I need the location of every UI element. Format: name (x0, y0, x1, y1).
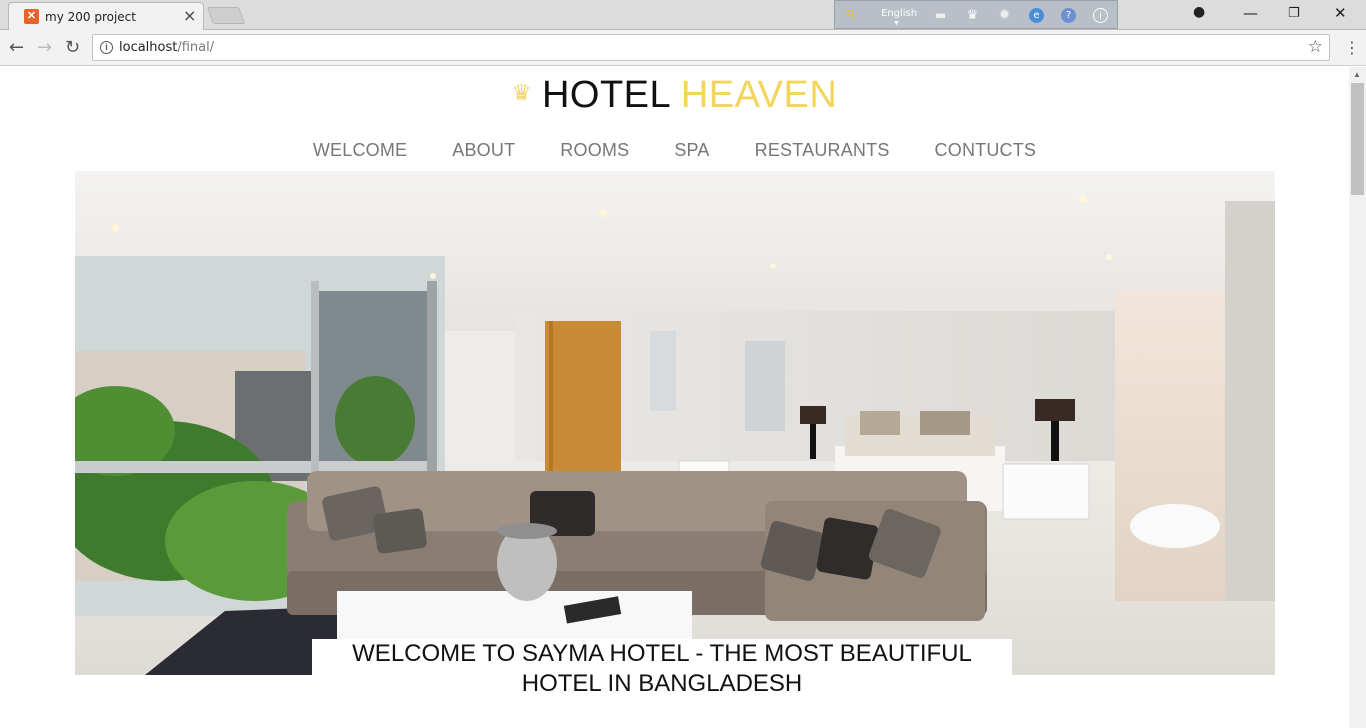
xampp-favicon-icon: ✕ (24, 9, 39, 24)
new-tab-button[interactable] (206, 7, 246, 24)
browser-tab[interactable]: ✕ my 200 project × (8, 2, 204, 30)
page-viewport: ♛ HOTEL HEAVEN WELCOME ABOUT ROOMS SPA RE… (0, 67, 1349, 728)
hero-image (75, 171, 1275, 675)
bookmark-star-icon[interactable]: ☆ (1308, 37, 1323, 57)
tab-close-icon[interactable]: × (183, 6, 196, 25)
url-path: /final/ (177, 40, 215, 55)
brand-word-1: HOTEL (541, 74, 670, 116)
extension-toolbar: ᑫ English ▼ ▬ ♛ ✹ e ? i (834, 0, 1118, 29)
nav-item-welcome[interactable]: WELCOME (313, 140, 407, 161)
chevron-down-icon: ▼ (893, 20, 900, 27)
main-navigation: WELCOME ABOUT ROOMS SPA RESTAURANTS CONT… (0, 140, 1349, 161)
hotel-room-photo (75, 171, 1275, 675)
url-text[interactable]: localhost/final/ (119, 40, 214, 55)
close-window-button[interactable]: ✕ (1334, 4, 1347, 22)
crown-icon: ♛ (511, 79, 532, 105)
profile-icon[interactable]: ● (1193, 4, 1205, 20)
nav-item-contucts[interactable]: CONTUCTS (935, 140, 1037, 161)
nav-item-spa[interactable]: SPA (674, 140, 709, 161)
url-host: localhost (119, 40, 178, 55)
language-selector[interactable]: English (881, 8, 917, 19)
gear-icon[interactable]: ✹ (997, 8, 1012, 23)
browser-menu-icon[interactable]: ⋮ (1344, 38, 1360, 57)
back-button[interactable]: ← (9, 37, 24, 58)
restore-window-button[interactable]: ❐ (1288, 6, 1300, 21)
browser-tab-strip: ✕ my 200 project × ᑫ English ▼ ▬ ♛ ✹ e ?… (0, 0, 1366, 30)
site-info-icon[interactable]: i (100, 41, 113, 54)
forward-button[interactable]: → (37, 37, 52, 58)
nav-item-about[interactable]: ABOUT (452, 140, 515, 161)
extension-logo-icon[interactable]: ᑫ (843, 8, 858, 23)
tab-title: my 200 project (45, 10, 136, 24)
brand-word-2: HEAVEN (680, 74, 838, 116)
info-icon[interactable]: i (1093, 8, 1108, 23)
trophy-icon[interactable]: ♛ (965, 8, 980, 23)
address-bar[interactable]: i localhost/final/ ☆ (92, 34, 1330, 61)
hero-caption: WELCOME TO SAYMA HOTEL - THE MOST BEAUTI… (312, 639, 1012, 699)
page-scrollbar[interactable]: ▲ (1349, 67, 1366, 728)
internet-explorer-icon[interactable]: e (1029, 8, 1044, 23)
reload-button[interactable]: ↻ (65, 37, 80, 58)
help-icon[interactable]: ? (1061, 8, 1076, 23)
scrollbar-thumb[interactable] (1351, 83, 1364, 195)
nav-item-rooms[interactable]: ROOMS (560, 140, 629, 161)
scroll-up-icon[interactable]: ▲ (1353, 70, 1361, 79)
site-logo[interactable]: ♛ HOTEL HEAVEN (0, 74, 1349, 117)
browser-toolbar: ← → ↻ i localhost/final/ ☆ ⋮ (0, 30, 1366, 66)
nav-item-restaurants[interactable]: RESTAURANTS (755, 140, 890, 161)
minimize-window-button[interactable]: — (1243, 4, 1258, 22)
keyboard-icon[interactable]: ▬ (933, 8, 948, 23)
